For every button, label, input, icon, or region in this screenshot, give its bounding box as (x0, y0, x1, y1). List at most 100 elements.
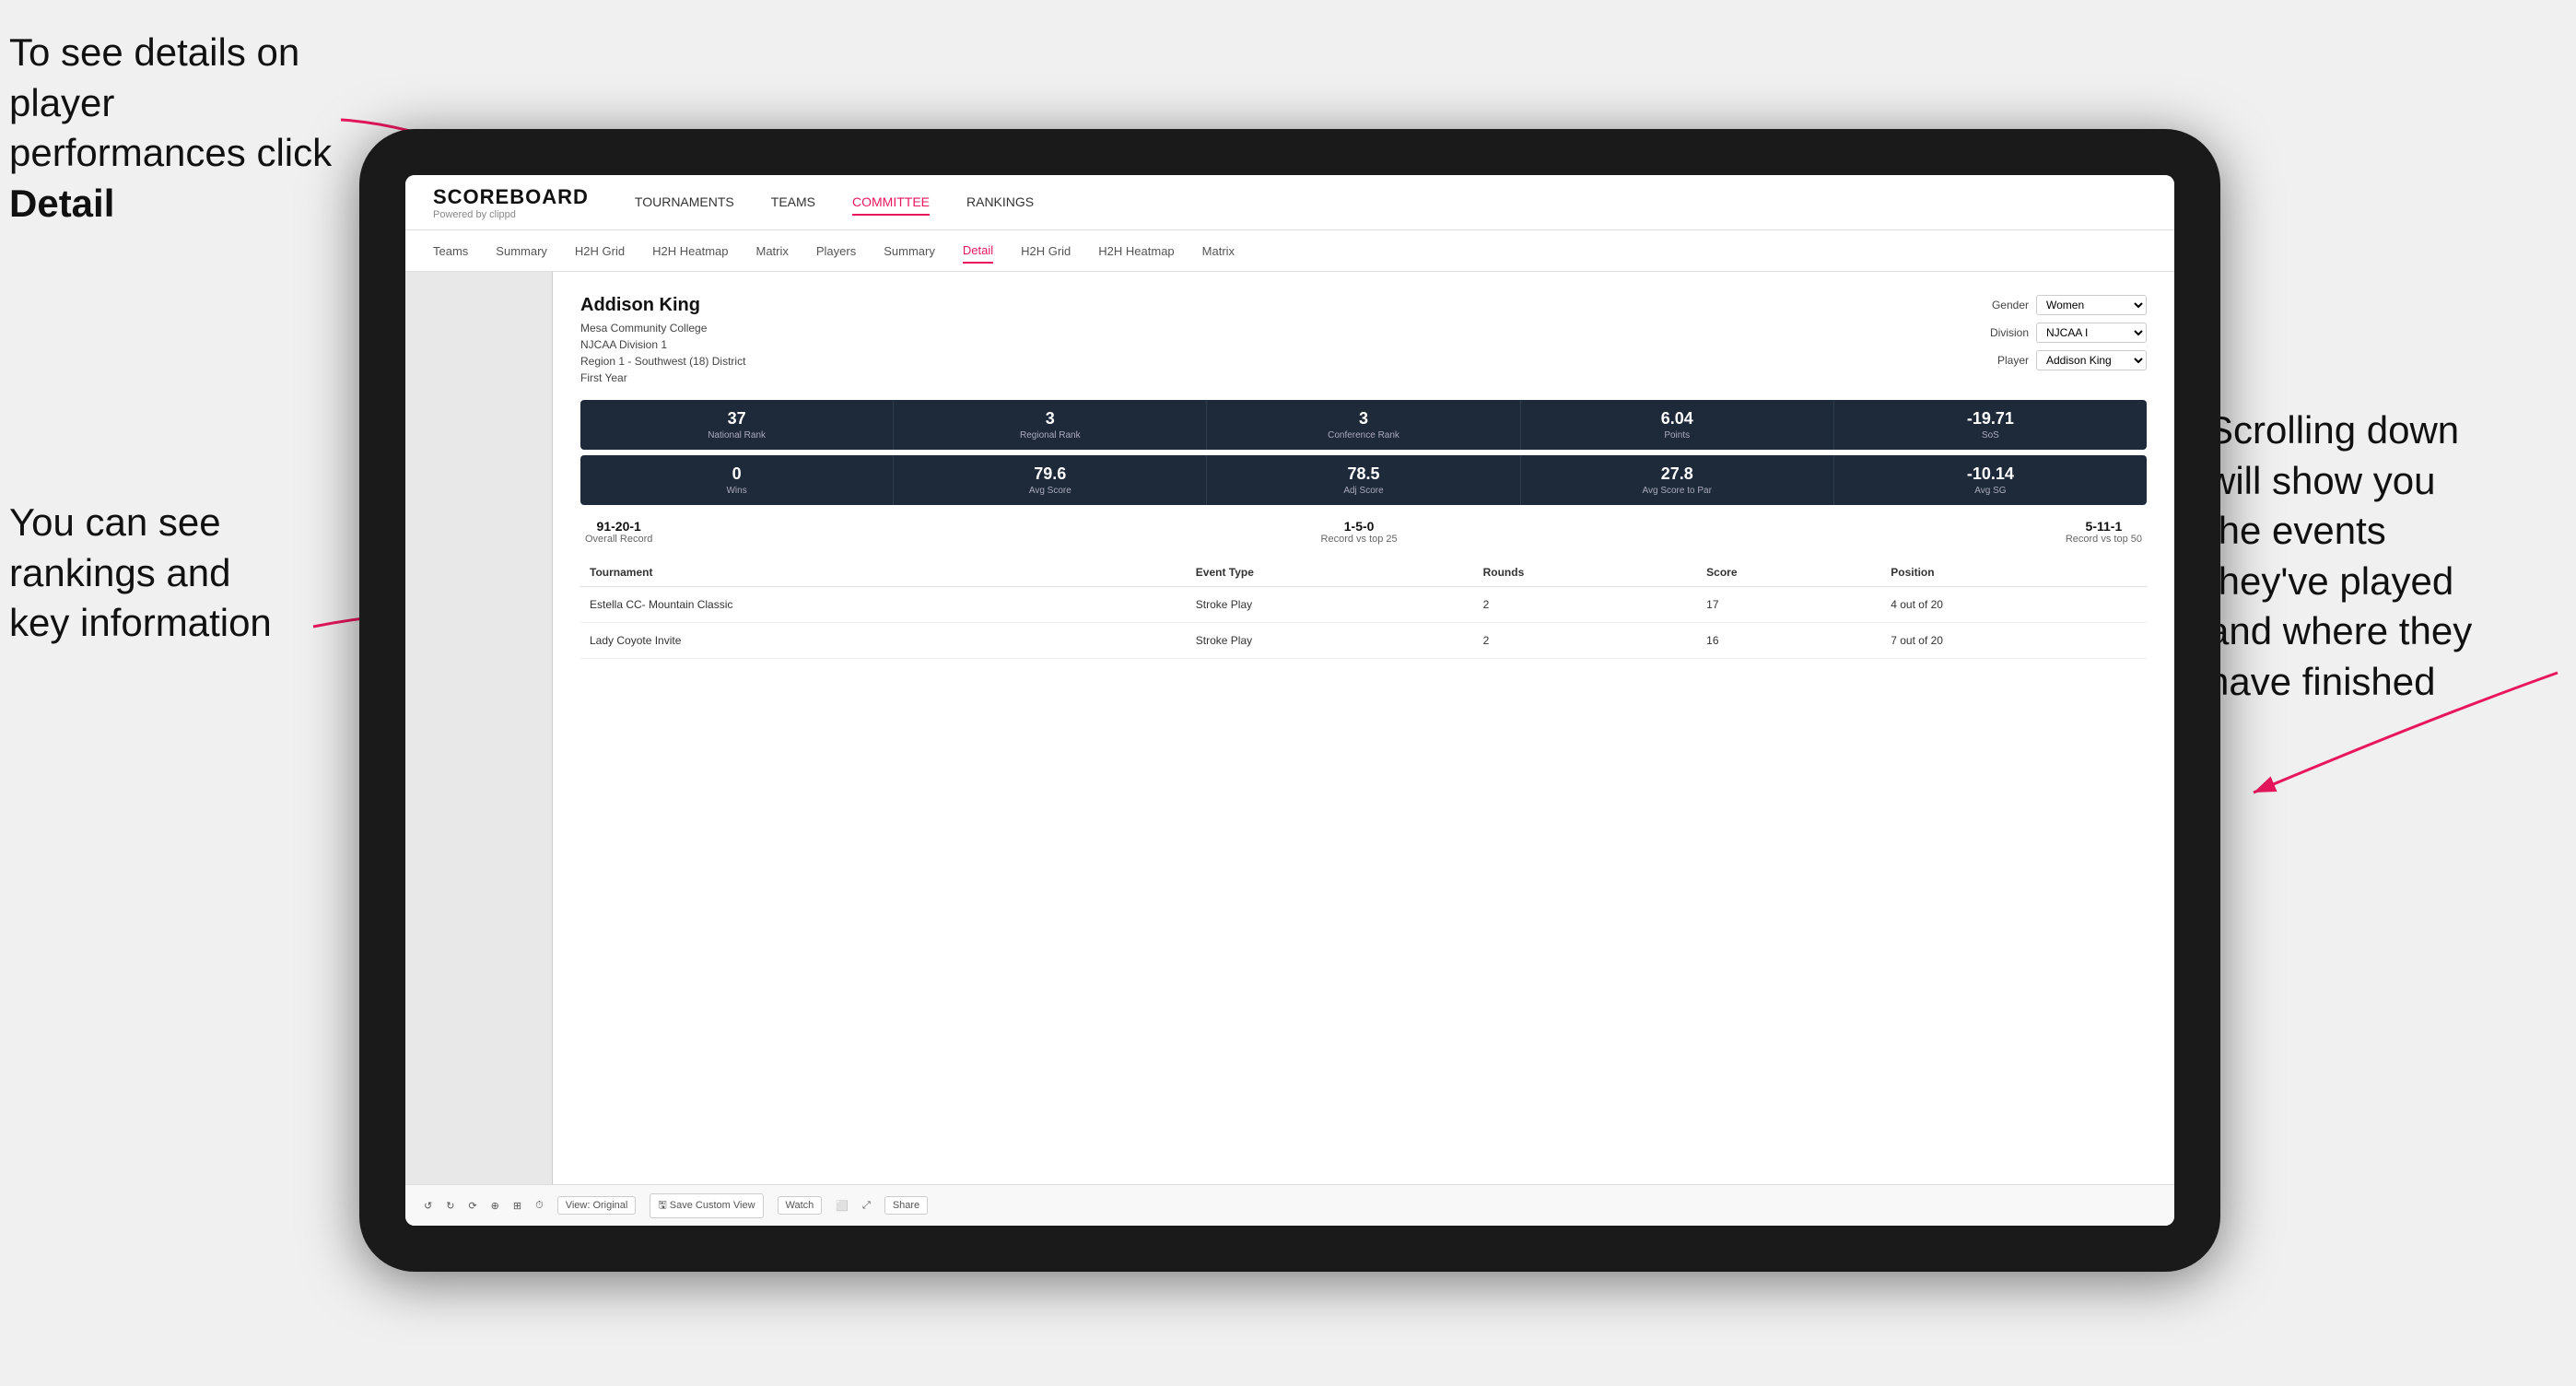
col-tournament: Tournament (580, 558, 1187, 587)
stat-conference-rank-label: Conference Rank (1214, 430, 1512, 440)
share-button[interactable]: Share (884, 1196, 928, 1215)
player-controls: Gender Women Division NJCAA I (1990, 295, 2147, 386)
stat-avg-sg-label: Avg SG (1842, 486, 2139, 496)
subnav-matrix2[interactable]: Matrix (1202, 240, 1235, 263)
share-label: Share (893, 1200, 919, 1211)
subnav-h2h-grid2[interactable]: H2H Grid (1021, 240, 1071, 263)
stat-sos-value: -19.71 (1842, 409, 2139, 429)
save-custom-button[interactable]: 🖫 Save Custom View (650, 1193, 763, 1218)
stat-avg-score-label: Avg Score (901, 486, 1199, 496)
annotation-right-line3: the events (2207, 509, 2386, 552)
record-top25-label: Record vs top 25 (1321, 534, 1398, 545)
stat-avg-score-value: 79.6 (901, 464, 1199, 484)
stat-regional-rank-value: 3 (901, 409, 1199, 429)
annotation-right-line4: they've played (2207, 559, 2453, 603)
device-button[interactable]: ⬜ (836, 1200, 849, 1212)
stat-conference-rank-value: 3 (1214, 409, 1512, 429)
nav-teams[interactable]: TEAMS (771, 190, 815, 216)
stat-national-rank-value: 37 (588, 409, 885, 429)
logo-area: SCOREBOARD Powered by clippd (433, 185, 589, 220)
stat-regional-rank: 3 Regional Rank (894, 400, 1207, 450)
stat-avg-score-par-label: Avg Score to Par (1528, 486, 1826, 496)
record-top50-value: 5-11-1 (2066, 519, 2142, 534)
nav-rankings[interactable]: RANKINGS (966, 190, 1034, 216)
subnav-players[interactable]: Players (816, 240, 856, 263)
time-button[interactable]: ⏱ (535, 1200, 544, 1212)
view-original-button[interactable]: View: Original (557, 1196, 637, 1215)
bottom-toolbar: ↺ ↻ ⟳ ⊕ ⊞ ⏱ View: Original 🖫 Save Custom… (405, 1184, 2174, 1226)
player-select[interactable]: Addison King (2036, 350, 2147, 370)
stat-adj-score-value: 78.5 (1214, 464, 1512, 484)
undo-button[interactable]: ↺ (424, 1200, 432, 1212)
stat-avg-score-par-value: 27.8 (1528, 464, 1826, 484)
stat-points: 6.04 Points (1521, 400, 1834, 450)
subnav-detail[interactable]: Detail (963, 239, 993, 264)
annotation-bottom-left-line1: You can see (9, 500, 221, 544)
event-rounds-1: 2 (1474, 587, 1698, 623)
stat-avg-score: 79.6 Avg Score (894, 455, 1207, 505)
stat-national-rank-label: National Rank (588, 430, 885, 440)
stat-regional-rank-label: Regional Rank (901, 430, 1199, 440)
event-score-2: 16 (1697, 623, 1881, 659)
stat-wins-value: 0 (588, 464, 885, 484)
stat-wins-label: Wins (588, 486, 885, 496)
app-header: SCOREBOARD Powered by clippd TOURNAMENTS… (405, 175, 2174, 230)
save-label: 🖫 (658, 1200, 666, 1211)
tablet-screen: SCOREBOARD Powered by clippd TOURNAMENTS… (405, 175, 2174, 1226)
player-school: Mesa Community College (580, 320, 745, 336)
gender-select[interactable]: Women (2036, 295, 2147, 315)
watch-label: Watch (786, 1200, 814, 1211)
nav-tournaments[interactable]: TOURNAMENTS (635, 190, 734, 216)
stats-row-2: 0 Wins 79.6 Avg Score 78.5 Adj Score 27.… (580, 455, 2147, 505)
nav-committee[interactable]: COMMITTEE (852, 190, 930, 216)
annotation-right-line2: will show you (2207, 459, 2435, 502)
subnav-summary[interactable]: Summary (496, 240, 547, 263)
subnav-summary2[interactable]: Summary (884, 240, 935, 263)
player-info: Addison King Mesa Community College NJCA… (580, 295, 745, 386)
event-tournament-2: Lady Coyote Invite (580, 623, 1187, 659)
stat-national-rank: 37 National Rank (580, 400, 894, 450)
record-top50-label: Record vs top 50 (2066, 534, 2142, 545)
watch-button[interactable]: Watch (778, 1196, 823, 1215)
subnav-h2h-heatmap[interactable]: H2H Heatmap (652, 240, 728, 263)
subnav-h2h-grid[interactable]: H2H Grid (575, 240, 625, 263)
subnav-h2h-heatmap2[interactable]: H2H Heatmap (1098, 240, 1174, 263)
record-overall-label: Overall Record (585, 534, 652, 545)
player-label: Player (1997, 354, 2029, 367)
col-event-type: Event Type (1187, 558, 1474, 587)
zoom-button[interactable]: ⊕ (491, 1200, 499, 1212)
events-table-body: Estella CC- Mountain Classic Stroke Play… (580, 587, 2147, 659)
record-overall: 91-20-1 Overall Record (585, 519, 652, 545)
stats-row-1: 37 National Rank 3 Regional Rank 3 Confe… (580, 400, 2147, 450)
subnav-matrix[interactable]: Matrix (755, 240, 788, 263)
annotation-right-line6: have finished (2207, 660, 2436, 703)
stat-points-value: 6.04 (1528, 409, 1826, 429)
annotation-bottom-left-line2: rankings and (9, 551, 231, 594)
table-row[interactable]: Estella CC- Mountain Classic Stroke Play… (580, 587, 2147, 623)
refresh-button[interactable]: ⟳ (468, 1200, 476, 1212)
events-table-header-row: Tournament Event Type Rounds Score Posit… (580, 558, 2147, 587)
stat-wins: 0 Wins (580, 455, 894, 505)
stat-points-label: Points (1528, 430, 1826, 440)
record-top50: 5-11-1 Record vs top 50 (2066, 519, 2142, 545)
view-original-label: View: Original (566, 1200, 628, 1211)
gender-label: Gender (1992, 299, 2029, 311)
division-select[interactable]: NJCAA I (2036, 323, 2147, 343)
event-position-1: 4 out of 20 (1881, 587, 2147, 623)
event-tournament-1: Estella CC- Mountain Classic (580, 587, 1187, 623)
annotation-bottom-left: You can see rankings and key information (9, 498, 322, 649)
event-rounds-2: 2 (1474, 623, 1698, 659)
redo-button[interactable]: ↻ (446, 1200, 454, 1212)
subnav-teams[interactable]: Teams (433, 240, 468, 263)
grid-button[interactable]: ⊞ (513, 1200, 521, 1212)
save-custom-label: Save Custom View (670, 1200, 755, 1211)
expand-button[interactable]: ⤢ (862, 1200, 871, 1212)
annotation-right-line5: and where they (2207, 609, 2472, 652)
event-position-2: 7 out of 20 (1881, 623, 2147, 659)
player-header: Addison King Mesa Community College NJCA… (580, 295, 2147, 386)
annotation-right-line1: Scrolling down (2207, 408, 2459, 452)
table-row[interactable]: Lady Coyote Invite Stroke Play 2 16 7 ou… (580, 623, 2147, 659)
gender-row: Gender Women (1992, 295, 2147, 315)
division-row: Division NJCAA I (1990, 323, 2147, 343)
sub-nav: Teams Summary H2H Grid H2H Heatmap Matri… (405, 230, 2174, 272)
